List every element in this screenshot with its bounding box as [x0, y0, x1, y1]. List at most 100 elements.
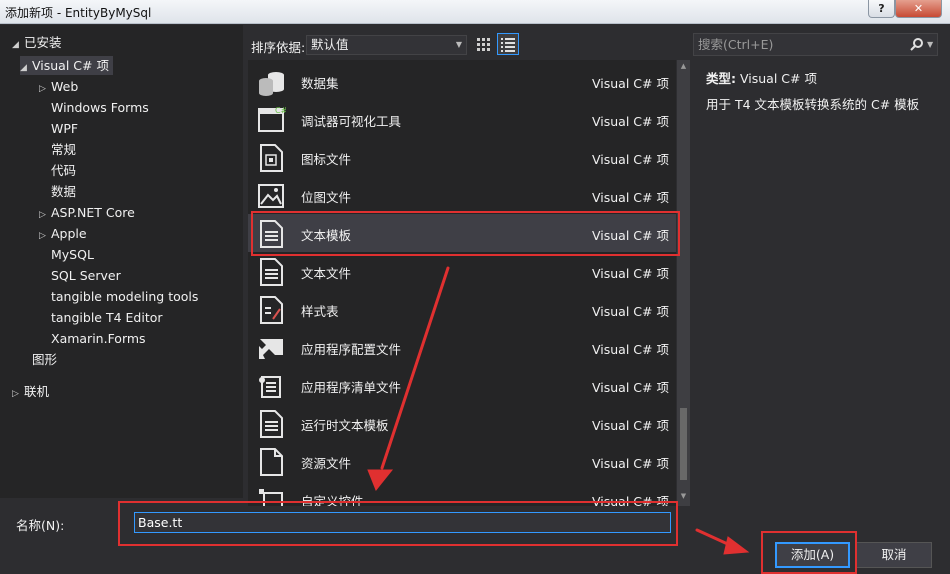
template-item[interactable]: 数据集 Visual C# 项 [248, 62, 676, 100]
tree-item[interactable]: 常规 [39, 140, 76, 159]
text-file-icon [260, 258, 283, 286]
template-item-name: 应用程序清单文件 [301, 380, 402, 395]
sort-dropdown[interactable]: 默认值 ▼ [306, 35, 467, 55]
template-item-name: 应用程序配置文件 [301, 342, 402, 357]
expand-arrow-icon[interactable]: ▷ [39, 80, 51, 99]
scroll-down-icon[interactable]: ▼ [677, 492, 690, 500]
tree-item-label: 数据 [51, 184, 77, 199]
details-type-label: 类型: [706, 71, 736, 86]
template-item-type: Visual C# 项 [592, 152, 669, 167]
tree-item[interactable]: 图形 [20, 350, 57, 369]
svg-text:C#: C# [275, 106, 286, 115]
tree-item-label: ASP.NET Core [51, 205, 135, 220]
tree-item-label: Windows Forms [51, 100, 149, 115]
chevron-down-icon: ▼ [455, 40, 462, 49]
template-item[interactable]: 样式表 Visual C# 项 [248, 290, 676, 328]
template-item[interactable]: 文本文件 Visual C# 项 [248, 252, 676, 290]
template-item-type: Visual C# 项 [592, 380, 669, 395]
sort-value: 默认值 [311, 37, 349, 52]
tree-item-label: 联机 [24, 384, 50, 399]
template-item[interactable]: 资源文件 Visual C# 项 [248, 442, 676, 480]
tree-item[interactable]: Xamarin.Forms [39, 329, 146, 348]
template-item[interactable]: 应用程序配置文件 Visual C# 项 [248, 328, 676, 366]
window-title: 添加新项 - EntityByMySql [5, 6, 152, 20]
template-item[interactable]: 应用程序清单文件 Visual C# 项 [248, 366, 676, 404]
tree-item-label: Visual C# 项 [32, 58, 109, 73]
template-list-scrollbar[interactable]: ▲ ▼ [677, 60, 690, 506]
tree-item[interactable]: ◢ 已安装 [12, 33, 62, 52]
tree-item[interactable]: tangible modeling tools [39, 287, 198, 306]
tree-item[interactable]: 数据 [39, 182, 76, 201]
tree-item[interactable]: WPF [39, 119, 78, 138]
tree-item[interactable]: Windows Forms [39, 98, 149, 117]
template-item-type: Visual C# 项 [592, 342, 669, 357]
tree-item[interactable]: ▷ Web [39, 77, 78, 96]
search-placeholder: 搜索(Ctrl+E) [698, 37, 774, 52]
list-view-button[interactable] [497, 33, 519, 55]
search-input[interactable]: 搜索(Ctrl+E) ▼ [693, 33, 938, 56]
category-tree: ◢ 已安装 ◢ Visual C# 项 ▷ Web Windows Forms WPF 常规 代码… [0, 25, 243, 498]
tree-item-label: 常规 [51, 142, 77, 157]
icon-file-icon [260, 144, 283, 172]
grid-view-button[interactable] [472, 33, 494, 55]
tree-item[interactable]: ◢ Visual C# 项 [20, 56, 113, 75]
app-config-icon [259, 339, 283, 359]
tree-item-label: tangible modeling tools [51, 289, 199, 304]
tree-item-label: 已安装 [24, 35, 62, 50]
resource-file-icon [260, 448, 283, 476]
template-item-name: 资源文件 [301, 456, 352, 471]
app-manifest-icon [259, 376, 281, 398]
tree-item-label: Web [51, 79, 79, 94]
tree-item[interactable]: 代码 [39, 161, 76, 180]
template-item-type: Visual C# 项 [592, 190, 669, 205]
list-view-icon [501, 38, 515, 52]
tree-item-label: tangible T4 Editor [51, 310, 163, 325]
tree-item[interactable]: SQL Server [39, 266, 121, 285]
template-item-name: 图标文件 [301, 152, 352, 167]
template-item[interactable]: 位图文件 Visual C# 项 [248, 176, 676, 214]
template-item-name: 调试器可视化工具 [301, 114, 402, 129]
template-item-type: Visual C# 项 [592, 456, 669, 471]
tree-item-label: WPF [51, 121, 79, 136]
tree-item[interactable]: ▷ ASP.NET Core [39, 203, 135, 222]
template-item-name: 运行时文本模板 [301, 418, 389, 433]
collapse-arrow-icon[interactable]: ◢ [20, 59, 32, 78]
template-item-type: Visual C# 项 [592, 266, 669, 281]
tree-item-label: 图形 [32, 352, 58, 367]
annotation-arrow-right [695, 528, 734, 548]
tree-item[interactable]: tangible T4 Editor [39, 308, 163, 327]
expand-arrow-icon[interactable]: ▷ [12, 385, 24, 404]
template-item-name: 文本文件 [301, 266, 352, 281]
cancel-button[interactable]: 取消 [856, 542, 932, 568]
scrollbar-thumb[interactable] [680, 408, 687, 480]
collapse-arrow-icon[interactable]: ◢ [12, 36, 24, 55]
help-button[interactable]: ? [868, 0, 895, 18]
template-list: 数据集Visual C# 项C#调试器可视化工具Visual C# 项图标文件V… [248, 60, 676, 506]
scroll-up-icon[interactable]: ▲ [677, 62, 690, 70]
tree-item[interactable]: ▷ 联机 [12, 382, 49, 401]
tree-item[interactable]: ▷ Apple [39, 224, 87, 243]
tree-item-label: SQL Server [51, 268, 121, 283]
close-button[interactable]: ✕ [895, 0, 942, 18]
annotation-arrowhead-right [723, 536, 750, 555]
search-dropdown-icon[interactable]: ▼ [927, 34, 933, 55]
bitmap-file-icon [258, 184, 284, 208]
expand-arrow-icon[interactable]: ▷ [39, 227, 51, 246]
tree-item[interactable]: MySQL [39, 245, 94, 264]
runtime-text-template-icon [260, 410, 283, 438]
annotation-box-name-field [118, 501, 678, 546]
template-item[interactable]: 图标文件 Visual C# 项 [248, 138, 676, 176]
template-item-type: Visual C# 项 [592, 114, 669, 129]
title-bar: 添加新项 - EntityByMySql ? ✕ [0, 0, 950, 24]
stylesheet-icon [260, 296, 283, 324]
annotation-box-add-button [761, 531, 857, 574]
debugger-visualizer-icon: C# [258, 106, 286, 132]
search-icon[interactable] [910, 37, 924, 51]
tree-item-label: MySQL [51, 247, 94, 262]
expand-arrow-icon[interactable]: ▷ [39, 206, 51, 225]
template-item[interactable]: C# 调试器可视化工具 Visual C# 项 [248, 100, 676, 138]
tree-item-label: Xamarin.Forms [51, 331, 146, 346]
template-item[interactable]: 运行时文本模板 Visual C# 项 [248, 404, 676, 442]
dataset-icon [259, 72, 284, 96]
details-description: 用于 T4 文本模板转换系统的 C# 模板 [706, 97, 920, 112]
